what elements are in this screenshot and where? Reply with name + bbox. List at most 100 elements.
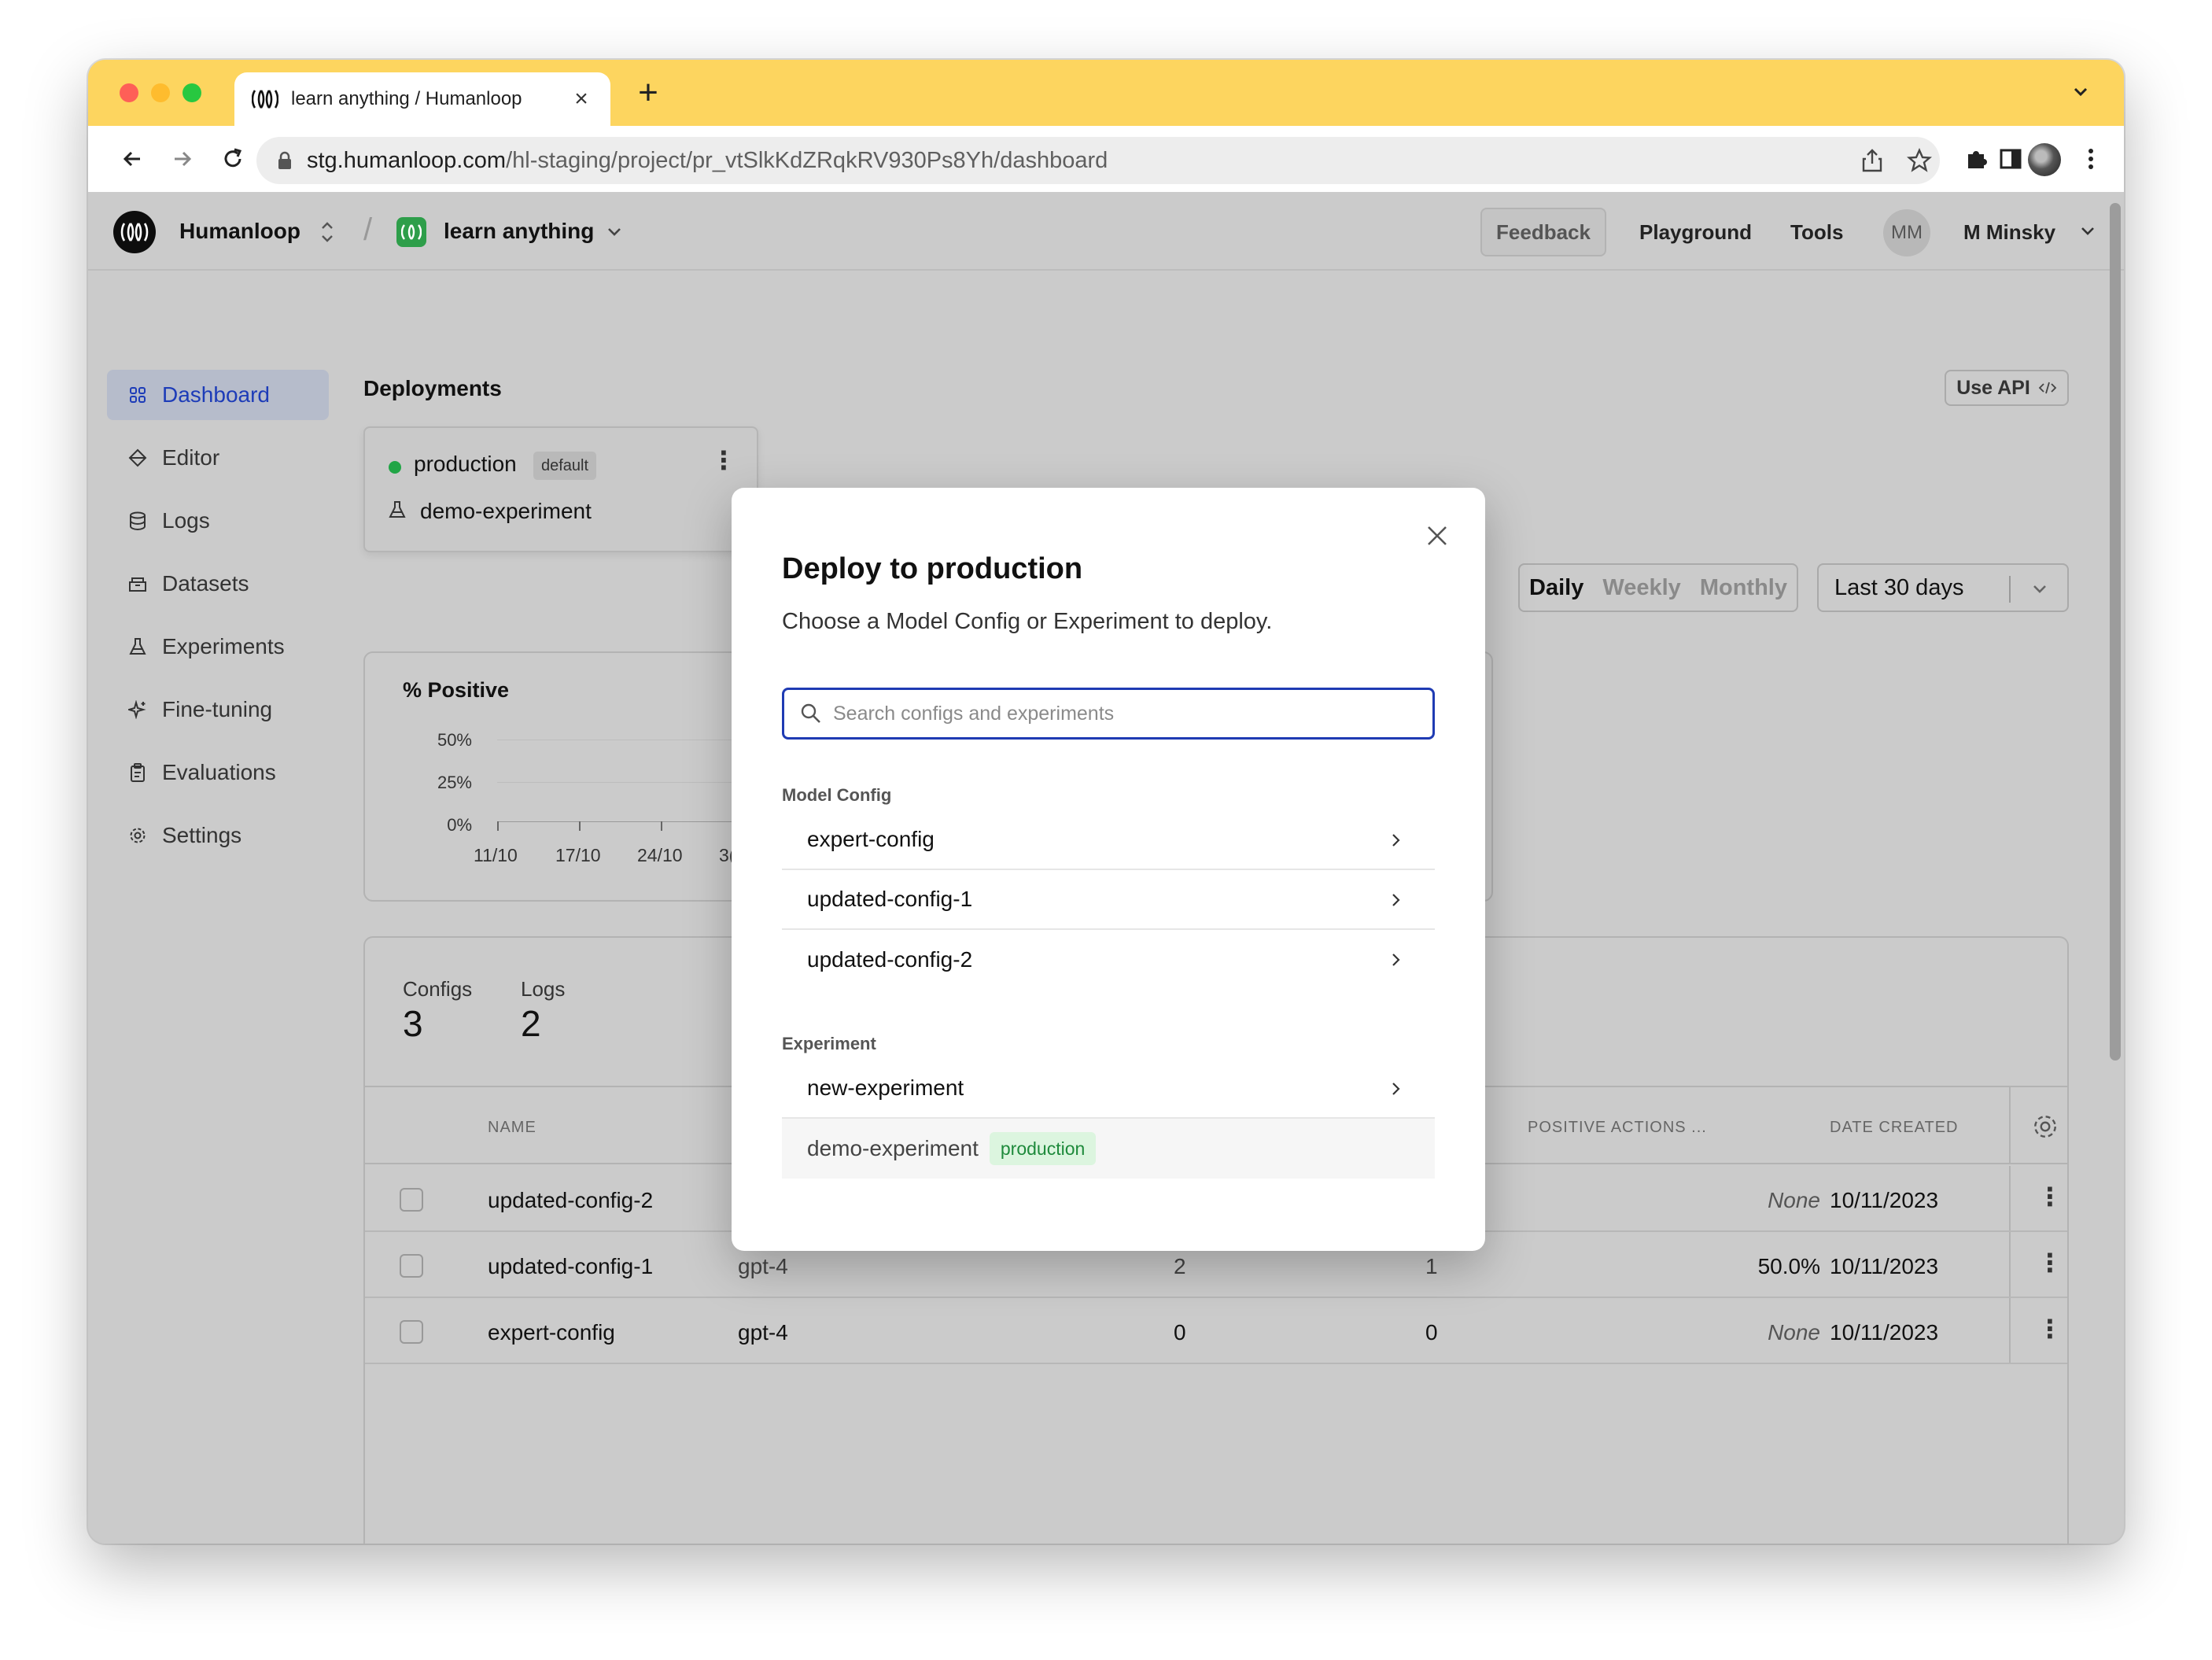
environment-name: production (414, 452, 517, 476)
chevron-right-icon (1392, 894, 1400, 906)
row-checkbox[interactable] (400, 1320, 423, 1344)
config-name[interactable]: expert-config (488, 1320, 615, 1345)
date-range-select[interactable]: Last 30 days (1817, 563, 2069, 612)
daily-tab[interactable]: Daily (1529, 575, 1583, 601)
tab-list-chevron-icon[interactable] (2069, 80, 2092, 104)
configs-stat-label: Configs (403, 977, 473, 1001)
maximize-window-button[interactable] (182, 83, 201, 102)
sidebar-item-settings[interactable]: Settings (107, 810, 329, 861)
side-panel-icon[interactable] (1995, 143, 2026, 175)
metric-value: 0 (1425, 1320, 1438, 1345)
status-dot (389, 461, 401, 474)
browser-tab[interactable]: learn anything / Humanloop × (234, 72, 610, 126)
reload-icon[interactable] (217, 143, 249, 175)
deployment-card: production default ⋮ demo-experiment (363, 426, 758, 552)
lock-icon (278, 151, 291, 169)
config-name[interactable]: updated-config-1 (488, 1254, 653, 1279)
clipboard-icon (127, 762, 148, 783)
experiment-option-demo-experiment: demo-experiment production (782, 1119, 1435, 1179)
project-name[interactable]: learn anything (444, 219, 594, 244)
model-config-section-label: Model Config (782, 785, 892, 805)
humanloop-logo-icon[interactable] (113, 211, 156, 253)
table-settings-gear-icon[interactable] (2031, 1112, 2059, 1141)
config-option-expert-config[interactable]: expert-config (782, 810, 1435, 870)
model-value: gpt-4 (738, 1320, 788, 1345)
page-scrollbar[interactable] (2110, 203, 2121, 1061)
minimize-window-button[interactable] (151, 83, 170, 102)
production-badge: production (989, 1132, 1097, 1165)
profile-avatar[interactable] (2028, 143, 2061, 176)
playground-link[interactable]: Playground (1639, 220, 1752, 245)
project-logo-icon (396, 217, 426, 247)
x-tick-label: 17/10 (555, 845, 601, 865)
tools-link[interactable]: Tools (1790, 220, 1843, 245)
close-window-button[interactable] (120, 83, 138, 102)
sidebar-item-label: Experiments (162, 634, 285, 658)
code-icon (2038, 382, 2057, 394)
weekly-tab[interactable]: Weekly (1602, 575, 1680, 601)
tab-title: learn anything / Humanloop (291, 88, 522, 109)
grid-icon (127, 385, 148, 405)
column-header-positive-actions[interactable]: POSITIVE ACTIONS ... (1528, 1119, 1707, 1137)
config-option-updated-config-2[interactable]: updated-config-2 (782, 930, 1435, 990)
close-icon[interactable] (1424, 522, 1451, 549)
column-header-name[interactable]: NAME (488, 1119, 536, 1137)
config-name[interactable]: updated-config-2 (488, 1188, 653, 1213)
user-avatar[interactable]: MM (1883, 209, 1930, 256)
sidebar-item-label: Dashboard (162, 382, 270, 407)
row-checkbox[interactable] (400, 1254, 423, 1278)
org-name[interactable]: Humanloop (179, 219, 300, 244)
new-tab-button[interactable]: + (631, 76, 665, 110)
sidebar-item-editor[interactable]: Editor (107, 433, 329, 483)
user-menu-chevron-icon[interactable] (2078, 222, 2097, 241)
flask-icon (389, 501, 406, 518)
x-tick-mark (579, 821, 581, 831)
extensions-puzzle-icon[interactable] (1960, 143, 1992, 175)
feedback-button[interactable]: Feedback (1480, 208, 1606, 256)
org-switcher-icon[interactable] (318, 219, 337, 245)
environment-menu-icon[interactable]: ⋮ (711, 445, 736, 475)
modal-subtitle: Choose a Model Config or Experiment to d… (782, 609, 1273, 634)
config-option-updated-config-1[interactable]: updated-config-1 (782, 870, 1435, 930)
sidebar-item-fine-tuning[interactable]: Fine-tuning (107, 684, 329, 735)
interval-segmented-control: Daily Weekly Monthly (1518, 563, 1798, 612)
metric-value: 0 (1174, 1320, 1186, 1345)
bookmark-star-icon[interactable] (1904, 145, 1935, 176)
address-bar[interactable]: stg.humanloop.com/hl-staging/project/pr_… (256, 137, 1940, 184)
date-created-value: 10/11/2023 (1830, 1320, 1939, 1345)
search-field[interactable] (782, 688, 1435, 740)
model-value: gpt-4 (738, 1254, 788, 1278)
table-row[interactable]: expert-config gpt-4 0 0 None 10/11/2023 … (365, 1298, 2067, 1364)
date-created-value: 10/11/2023 (1830, 1188, 1939, 1212)
experiment-option-new-experiment[interactable]: new-experiment (782, 1059, 1435, 1119)
search-input[interactable] (833, 702, 1415, 725)
back-arrow-icon[interactable] (116, 143, 148, 175)
date-created-value: 10/11/2023 (1830, 1254, 1939, 1278)
x-tick-label: 11/10 (474, 845, 518, 865)
database-icon (127, 511, 148, 531)
search-icon (801, 703, 820, 723)
column-header-date-created[interactable]: DATE CREATED (1830, 1119, 1959, 1137)
sidebar-item-evaluations[interactable]: Evaluations (107, 747, 329, 798)
breadcrumb-separator: / (363, 212, 373, 247)
user-name[interactable]: M Minsky (1963, 220, 2055, 245)
sidebar-item-datasets[interactable]: Datasets (107, 559, 329, 609)
monthly-tab[interactable]: Monthly (1700, 575, 1787, 601)
default-badge: default (533, 452, 597, 480)
use-api-button[interactable]: Use API (1945, 370, 2069, 406)
row-checkbox[interactable] (400, 1188, 423, 1212)
tab-close-icon[interactable]: × (570, 86, 593, 113)
sidebar-item-logs[interactable]: Logs (107, 496, 329, 546)
row-menu-icon[interactable]: ⋮ (2037, 1248, 2063, 1278)
project-dropdown-chevron-icon[interactable] (604, 222, 625, 242)
sidebar-item-dashboard[interactable]: Dashboard (107, 370, 329, 420)
share-icon[interactable] (1856, 145, 1888, 176)
y-tick-label: 0% (447, 815, 472, 835)
row-menu-icon[interactable]: ⋮ (2037, 1314, 2063, 1344)
row-menu-icon[interactable]: ⋮ (2037, 1182, 2063, 1212)
chevron-down-icon (2033, 585, 2046, 593)
browser-menu-icon[interactable] (2075, 143, 2107, 175)
x-tick-label: 24/10 (637, 845, 683, 865)
forward-arrow-icon[interactable] (167, 143, 198, 175)
sidebar-item-experiments[interactable]: Experiments (107, 622, 329, 672)
